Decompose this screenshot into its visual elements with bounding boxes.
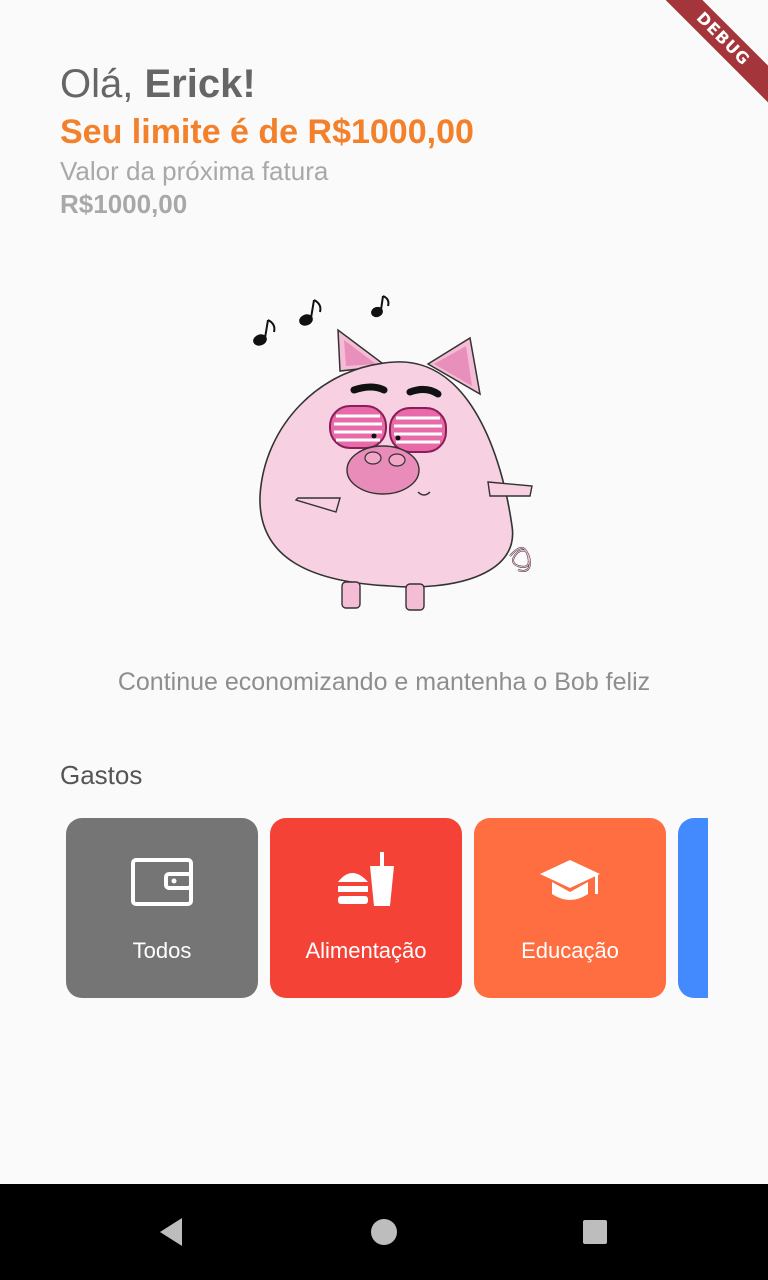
wallet-icon xyxy=(131,858,193,906)
graduation-cap-icon xyxy=(540,860,600,900)
category-card-todos[interactable]: Todos xyxy=(66,818,258,998)
user-name: Erick! xyxy=(144,62,256,106)
back-triangle-icon[interactable] xyxy=(152,1212,192,1252)
android-navigation-bar xyxy=(0,1184,768,1280)
debug-ribbon: DEBUG xyxy=(653,0,768,109)
invoice-label: Valor da próxima fatura xyxy=(60,156,329,186)
home-circle-icon[interactable] xyxy=(364,1212,404,1252)
category-label: Alimentação xyxy=(305,938,427,963)
category-label: Educação xyxy=(521,938,619,963)
music-note-icon xyxy=(371,295,390,318)
category-card-partial[interactable] xyxy=(678,818,708,998)
greeting-prefix: Olá, xyxy=(60,62,145,106)
dancing-pig-illustration xyxy=(253,295,533,611)
debug-banner: DEBUG xyxy=(648,0,768,120)
category-card-educacao[interactable]: Educação xyxy=(474,818,666,998)
category-carousel[interactable]: Todos Alimentação Educação xyxy=(66,818,708,998)
category-card-alimentacao[interactable]: Alimentação xyxy=(270,818,462,998)
credit-limit: Seu limite é de R$1000,00 xyxy=(60,113,474,151)
music-note-icon xyxy=(253,319,276,346)
recents-square-icon[interactable] xyxy=(575,1212,615,1252)
header: Olá, Erick! Seu limite é de R$1000,00 Va… xyxy=(60,58,474,220)
section-title-gastos: Gastos xyxy=(60,760,143,790)
invoice-value: R$1000,00 xyxy=(60,189,188,219)
category-label: Todos xyxy=(132,938,192,963)
greeting: Olá, Erick! xyxy=(60,58,474,110)
music-note-icon xyxy=(299,299,322,326)
fast-food-icon xyxy=(338,852,394,906)
encouragement-message: Continue economizando e mantenha o Bob f… xyxy=(117,668,651,696)
